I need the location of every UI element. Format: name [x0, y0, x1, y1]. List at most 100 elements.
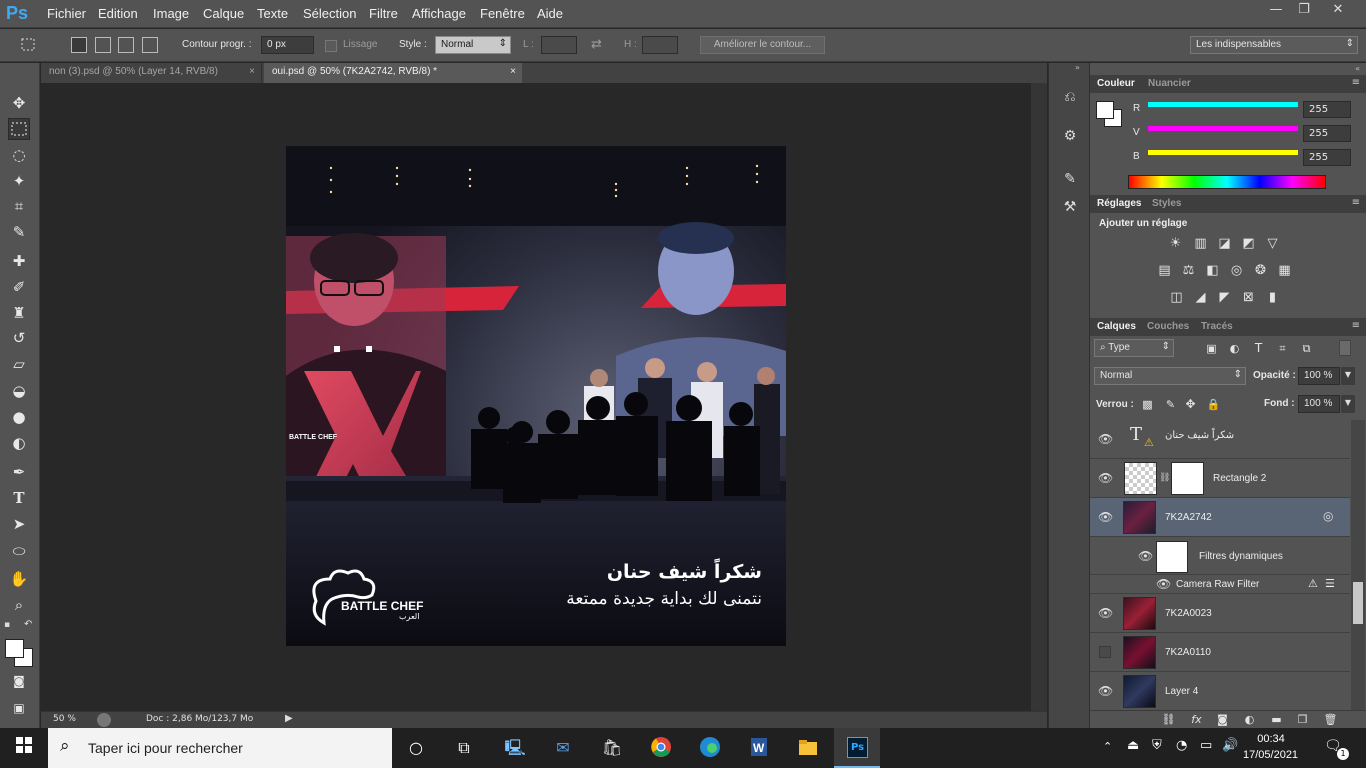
quick-mask-icon[interactable]: ◙: [8, 670, 30, 692]
chrome-icon[interactable]: [649, 736, 673, 760]
windows-start-icon[interactable]: [12, 736, 36, 760]
magic-wand-tool-icon[interactable]: ✦: [8, 170, 30, 192]
ellipse-tool-icon[interactable]: ⬭: [8, 540, 30, 562]
properties-icon[interactable]: ⚙: [1061, 128, 1079, 146]
healing-brush-tool-icon[interactable]: ✚: [8, 250, 30, 272]
eyedropper-tool-icon[interactable]: ✎: [8, 221, 30, 243]
tray-usb-icon[interactable]: ⏏: [1127, 738, 1139, 753]
posterize-icon[interactable]: ◢: [1192, 289, 1209, 306]
new-group-icon[interactable]: ▬: [1268, 711, 1285, 728]
subtract-selection-icon[interactable]: [118, 37, 134, 53]
photo-filter-icon[interactable]: ◎: [1228, 262, 1245, 279]
link-layers-icon[interactable]: ⛓: [1160, 711, 1177, 728]
lock-all-icon[interactable]: 🔒: [1205, 396, 1222, 413]
taskbar-photoshop-active[interactable]: Ps: [834, 728, 880, 768]
layer-row-7k2a2742[interactable]: 👁 7K2A2742 ◎: [1090, 498, 1350, 537]
curves-icon[interactable]: ◪: [1216, 235, 1233, 252]
foreground-color-swatch[interactable]: [5, 639, 24, 658]
fill-input[interactable]: 100 %: [1298, 395, 1340, 413]
visibility-eye-icon[interactable]: 👁: [1098, 606, 1113, 620]
filter-smart-icon[interactable]: ⧉: [1298, 340, 1315, 357]
vibrance-icon[interactable]: ▽: [1264, 235, 1281, 252]
menu-image[interactable]: Image: [153, 6, 189, 21]
black-white-icon[interactable]: ◧: [1204, 262, 1221, 279]
lock-pixels-icon[interactable]: ✎: [1162, 396, 1179, 413]
channel-b-value[interactable]: 255: [1303, 149, 1351, 166]
move-tool-icon[interactable]: ✥: [8, 92, 30, 114]
layer-row-text[interactable]: 👁 T ⚠ شكراً شيف حنان: [1090, 420, 1350, 459]
opacity-dropdown-icon[interactable]: ▼: [1341, 367, 1355, 385]
tab-adjustments[interactable]: Réglages: [1097, 198, 1141, 209]
channel-r-slider[interactable]: [1148, 102, 1298, 107]
intersect-selection-icon[interactable]: [142, 37, 158, 53]
eraser-tool-icon[interactable]: ▱: [8, 353, 30, 375]
history-icon[interactable]: ⎌: [1061, 89, 1079, 107]
visibility-off-box[interactable]: [1099, 646, 1111, 658]
document-canvas[interactable]: BATTLE CHEF BATTLE CHEF العرب شكراً شيف …: [286, 146, 786, 646]
collapse-panels-icon[interactable]: «: [1355, 64, 1360, 73]
threshold-icon[interactable]: ◤: [1216, 289, 1233, 306]
layers-scroll-thumb[interactable]: [1353, 582, 1363, 624]
width-input[interactable]: [541, 36, 577, 54]
marquee-tool-icon[interactable]: [8, 118, 30, 140]
channel-v-slider[interactable]: [1148, 126, 1298, 131]
zoom-tool-icon[interactable]: ⌕: [8, 594, 30, 616]
style-select[interactable]: Normal ⇕: [435, 36, 511, 54]
tab-swatches[interactable]: Nuancier: [1148, 78, 1191, 89]
volume-icon[interactable]: 🔊: [1222, 738, 1238, 753]
edge-icon[interactable]: [698, 736, 722, 760]
add-mask-icon[interactable]: ◙: [1214, 711, 1231, 728]
feather-input[interactable]: 0 px: [261, 36, 314, 54]
taskbar-search[interactable]: ⌕ Taper ici pour rechercher: [48, 728, 392, 768]
visibility-eye-icon[interactable]: 👁: [1098, 510, 1113, 524]
blend-mode-select[interactable]: Normal ⇕: [1094, 367, 1246, 385]
screen-mode-icon[interactable]: ▣: [8, 697, 30, 719]
tab-channels[interactable]: Couches: [1147, 321, 1189, 332]
workspace-select[interactable]: Les indispensables ⇕: [1190, 36, 1358, 54]
fx-icon[interactable]: fx: [1188, 711, 1205, 728]
color-balance-icon[interactable]: ⚖: [1180, 262, 1197, 279]
selective-color-icon[interactable]: ⊠: [1240, 289, 1257, 306]
brush-presets-icon[interactable]: ✎: [1061, 171, 1079, 189]
word-icon[interactable]: W: [747, 736, 771, 760]
file-explorer-icon[interactable]: [796, 736, 820, 760]
tab-paths[interactable]: Tracés: [1201, 321, 1233, 332]
layers-scrollbar[interactable]: [1351, 420, 1365, 710]
layer-filter-select[interactable]: ⌕ Type ⇕: [1094, 339, 1174, 357]
add-selection-icon[interactable]: [95, 37, 111, 53]
swap-colors-icon[interactable]: ↶: [24, 619, 32, 630]
filter-pixel-icon[interactable]: ▣: [1203, 340, 1220, 357]
layer-row-7k2a0110[interactable]: 7K2A0110: [1090, 633, 1350, 672]
zoom-level[interactable]: 50 %: [53, 714, 76, 724]
exposure-icon[interactable]: ◩: [1240, 235, 1257, 252]
visibility-eye-icon[interactable]: 👁: [1098, 432, 1113, 446]
smart-filter-icon[interactable]: ◎: [1323, 509, 1333, 523]
visibility-eye-icon[interactable]: 👁: [1138, 549, 1153, 563]
menu-help[interactable]: Aide: [537, 6, 563, 21]
visibility-eye-icon[interactable]: 👁: [1098, 684, 1113, 698]
lasso-tool-icon[interactable]: ◌: [8, 144, 30, 166]
tab-color[interactable]: Couleur: [1097, 78, 1135, 89]
delete-layer-icon[interactable]: 🗑: [1322, 711, 1339, 728]
color-lookup-icon[interactable]: ▦: [1276, 262, 1293, 279]
menu-file[interactable]: Fichier: [47, 6, 86, 21]
tray-chevron-icon[interactable]: ⌃: [1103, 740, 1112, 753]
panel-menu-icon[interactable]: ≡: [1352, 197, 1360, 208]
antialias-checkbox[interactable]: [325, 40, 337, 52]
color-fg-swatch[interactable]: [1096, 101, 1114, 119]
dodge-tool-icon[interactable]: ◐: [8, 432, 30, 454]
clock-date[interactable]: 17/05/2021: [1243, 749, 1298, 761]
clone-stamp-tool-icon[interactable]: ♜: [8, 302, 30, 324]
levels-icon[interactable]: ▥: [1192, 235, 1209, 252]
crop-tool-icon[interactable]: ⌗: [8, 195, 30, 217]
layer-row-camera-raw[interactable]: 👁 Camera Raw Filter ⚠ ☰: [1090, 575, 1350, 594]
swap-arrows-icon[interactable]: ⇄: [591, 37, 602, 52]
default-colors-icon[interactable]: ▪: [4, 620, 10, 630]
menu-view[interactable]: Affichage: [412, 6, 466, 21]
clock-time[interactable]: 00:34: [1251, 733, 1291, 745]
type-tool-icon[interactable]: T: [8, 487, 30, 509]
invert-icon[interactable]: ◫: [1168, 289, 1185, 306]
blur-tool-icon[interactable]: ●: [8, 406, 30, 428]
layer-row-7k2a0023[interactable]: 👁 7K2A0023: [1090, 594, 1350, 633]
channel-mixer-icon[interactable]: ❂: [1252, 262, 1269, 279]
